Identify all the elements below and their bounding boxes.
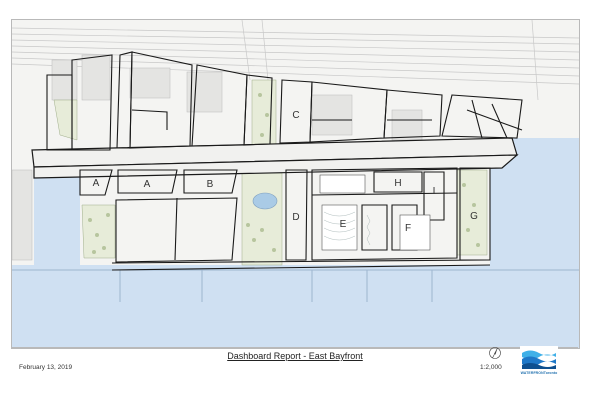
site-map: A A B C D E F G H I	[12, 20, 579, 348]
parcel-label: E	[340, 219, 347, 230]
parcel-label: A	[144, 179, 151, 190]
parcel-label: G	[470, 211, 478, 222]
parcel-label: D	[292, 212, 299, 223]
right-upper-water	[512, 138, 579, 168]
north-arrow-icon	[489, 347, 501, 359]
report-sheet: A A B C D E F G H I Dashboard Report - E…	[0, 0, 590, 413]
parcel-label: C	[292, 110, 299, 121]
parcel-label: H	[394, 178, 401, 189]
parcel-label: B	[207, 179, 214, 190]
map-viewport[interactable]: A A B C D E F G H I	[11, 19, 580, 349]
building-footprints	[319, 174, 431, 251]
pond	[252, 192, 278, 210]
waterfront-toronto-logo	[520, 346, 558, 370]
right-slip-water	[490, 160, 579, 270]
lake-water	[12, 265, 579, 348]
parcel-label: A	[93, 178, 100, 189]
parcel-label: F	[405, 223, 411, 234]
left-slip-water	[34, 175, 80, 270]
report-date: February 13, 2019	[19, 364, 73, 371]
logo-wordmark: WATERFRONToronto	[520, 371, 558, 375]
map-scale: 1:2,000	[480, 364, 502, 371]
parcel-label: I	[433, 186, 436, 197]
